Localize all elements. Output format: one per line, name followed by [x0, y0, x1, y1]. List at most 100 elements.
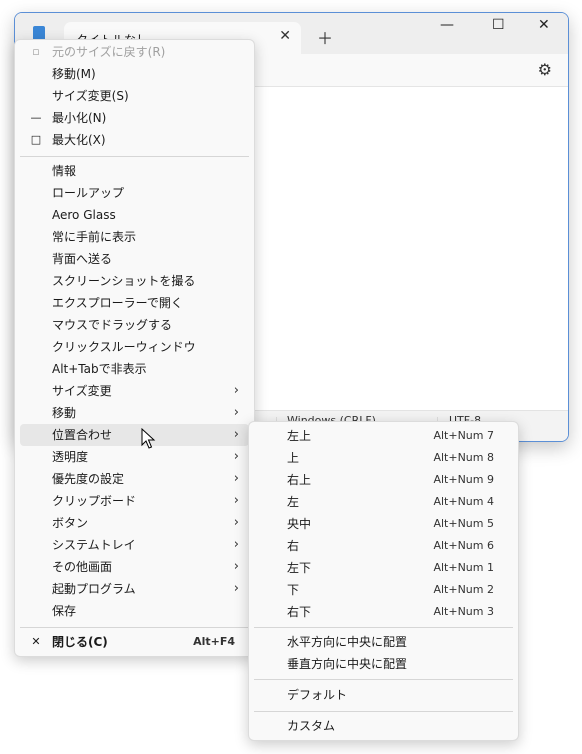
submenu-item-center-horizontal[interactable]: 水平方向に中央に配置	[254, 631, 513, 653]
submenu-item-top[interactable]: 上 Alt+Num 8	[254, 447, 513, 469]
menu-item-other-screens-submenu[interactable]: その他画面 ›	[20, 556, 249, 578]
menu-item-align-submenu[interactable]: 位置合わせ ›	[20, 424, 249, 446]
menu-item-label: エクスプローラーで開く	[52, 296, 183, 310]
system-context-menu: ▫ 元のサイズに戻す(R) 移動(M) サイズ変更(S) — 最小化(N) □ …	[14, 39, 255, 657]
submenu-item-label: 下	[287, 583, 300, 597]
menu-item-rollup[interactable]: ロールアップ	[20, 182, 249, 204]
submenu-item-accelerator: Alt+Num 4	[433, 495, 494, 508]
chevron-right-icon: ›	[233, 405, 239, 420]
submenu-item-label: 右上	[287, 473, 312, 487]
chevron-right-icon: ›	[233, 449, 239, 464]
menu-item-label: 透明度	[52, 450, 89, 464]
submenu-item-label: 右	[287, 539, 300, 553]
minimize-icon: —	[30, 111, 42, 124]
submenu-separator	[254, 711, 513, 712]
submenu-item-left[interactable]: 左 Alt+Num 4	[254, 491, 513, 513]
menu-item-drag-with-mouse[interactable]: マウスでドラッグする	[20, 314, 249, 336]
menu-item-label: 常に手前に表示	[52, 230, 137, 244]
menu-item-restore[interactable]: ▫ 元のサイズに戻す(R)	[20, 41, 249, 63]
chevron-right-icon: ›	[233, 471, 239, 486]
submenu-item-label: 垂直方向に中央に配置	[287, 657, 408, 671]
submenu-item-label: 左下	[287, 561, 312, 575]
menu-item-move-submenu[interactable]: 移動 ›	[20, 402, 249, 424]
submenu-item-label: 左上	[287, 429, 312, 443]
submenu-item-accelerator: Alt+Num 9	[433, 473, 494, 486]
menu-item-size[interactable]: サイズ変更(S)	[20, 85, 249, 107]
new-tab-plus-icon[interactable]: ＋	[317, 25, 333, 49]
menu-item-buttons-submenu[interactable]: ボタン ›	[20, 512, 249, 534]
close-window-icon[interactable]: ✕	[538, 17, 550, 33]
submenu-item-label: カスタム	[287, 719, 336, 733]
close-icon: ✕	[31, 635, 41, 648]
submenu-item-center[interactable]: 央中 Alt+Num 5	[254, 513, 513, 535]
menu-item-label: 背面へ送る	[52, 252, 113, 266]
menu-separator	[20, 156, 249, 157]
submenu-item-default[interactable]: デフォルト	[254, 684, 513, 706]
menu-item-open-in-explorer[interactable]: エクスプローラーで開く	[20, 292, 249, 314]
submenu-separator	[254, 679, 513, 680]
menu-item-close[interactable]: ✕ 閉じる(C) Alt+F4	[20, 631, 249, 653]
submenu-item-label: 央中	[287, 517, 312, 531]
menu-item-label: 最大化(X)	[52, 133, 106, 147]
menu-item-launch-program-submenu[interactable]: 起動プログラム ›	[20, 578, 249, 600]
menu-item-label: サイズ変更	[52, 384, 112, 398]
settings-gear-icon[interactable]: ⚙	[538, 60, 552, 79]
menu-item-label: 閉じる(C)	[52, 635, 108, 649]
menu-item-move[interactable]: 移動(M)	[20, 63, 249, 85]
submenu-item-bottom-right[interactable]: 右下 Alt+Num 3	[254, 601, 513, 623]
tab-close-icon[interactable]: ✕	[279, 28, 291, 44]
menu-item-transparency-submenu[interactable]: 透明度 ›	[20, 446, 249, 468]
submenu-item-label: 上	[287, 451, 300, 465]
submenu-item-top-left[interactable]: 左上 Alt+Num 7	[254, 425, 513, 447]
menu-item-accelerator: Alt+F4	[193, 635, 235, 648]
chevron-right-icon: ›	[233, 493, 239, 508]
menu-item-info[interactable]: 情報	[20, 160, 249, 182]
menu-item-send-to-back[interactable]: 背面へ送る	[20, 248, 249, 270]
chevron-right-icon: ›	[233, 581, 239, 596]
menu-item-system-tray-submenu[interactable]: システムトレイ ›	[20, 534, 249, 556]
menu-item-label: 起動プログラム	[52, 582, 136, 596]
submenu-item-accelerator: Alt+Num 1	[433, 561, 494, 574]
submenu-item-label: 左	[287, 495, 300, 509]
submenu-item-label: 水平方向に中央に配置	[287, 635, 408, 649]
submenu-item-accelerator: Alt+Num 7	[433, 429, 494, 442]
menu-item-save[interactable]: 保存	[20, 600, 249, 622]
maximize-window-icon[interactable]: ☐	[492, 17, 505, 33]
menu-item-label: 移動	[52, 406, 77, 420]
submenu-item-top-right[interactable]: 右上 Alt+Num 9	[254, 469, 513, 491]
menu-item-label: Alt+Tabで非表示	[52, 362, 147, 376]
submenu-item-accelerator: Alt+Num 8	[433, 451, 494, 464]
submenu-item-accelerator: Alt+Num 3	[433, 605, 494, 618]
menu-separator	[20, 627, 249, 628]
submenu-item-center-vertical[interactable]: 垂直方向に中央に配置	[254, 653, 513, 675]
submenu-item-bottom-left[interactable]: 左下 Alt+Num 1	[254, 557, 513, 579]
menu-item-hide-alt-tab[interactable]: Alt+Tabで非表示	[20, 358, 249, 380]
submenu-item-bottom[interactable]: 下 Alt+Num 2	[254, 579, 513, 601]
menu-item-clipboard-submenu[interactable]: クリップボード ›	[20, 490, 249, 512]
align-submenu: 左上 Alt+Num 7 上 Alt+Num 8 右上 Alt+Num 9 左 …	[248, 421, 519, 741]
submenu-item-right[interactable]: 右 Alt+Num 6	[254, 535, 513, 557]
menu-item-label: ロールアップ	[52, 186, 125, 200]
chevron-right-icon: ›	[233, 383, 239, 398]
menu-item-aero-glass[interactable]: Aero Glass	[20, 204, 249, 226]
mouse-pointer-icon	[141, 428, 156, 449]
submenu-item-custom[interactable]: カスタム	[254, 715, 513, 737]
menu-item-minimize[interactable]: — 最小化(N)	[20, 107, 249, 129]
chevron-right-icon: ›	[233, 559, 239, 574]
menu-item-resize-submenu[interactable]: サイズ変更 ›	[20, 380, 249, 402]
menu-item-label: クリップボード	[52, 494, 137, 508]
menu-item-label: マウスでドラッグする	[52, 318, 173, 332]
menu-item-always-on-top[interactable]: 常に手前に表示	[20, 226, 249, 248]
menu-item-label: 元のサイズに戻す(R)	[52, 45, 166, 59]
submenu-item-label: 右下	[287, 605, 312, 619]
menu-item-maximize[interactable]: □ 最大化(X)	[20, 129, 249, 151]
chevron-right-icon: ›	[233, 427, 239, 442]
menu-item-screenshot[interactable]: スクリーンショットを撮る	[20, 270, 249, 292]
menu-item-label: Aero Glass	[52, 208, 116, 222]
minimize-window-icon[interactable]: —	[440, 17, 454, 33]
menu-item-label: 移動(M)	[52, 67, 96, 81]
menu-item-priority-submenu[interactable]: 優先度の設定 ›	[20, 468, 249, 490]
menu-item-click-through[interactable]: クリックスルーウィンドウ	[20, 336, 249, 358]
chevron-right-icon: ›	[233, 515, 239, 530]
menu-item-label: 最小化(N)	[52, 111, 107, 125]
